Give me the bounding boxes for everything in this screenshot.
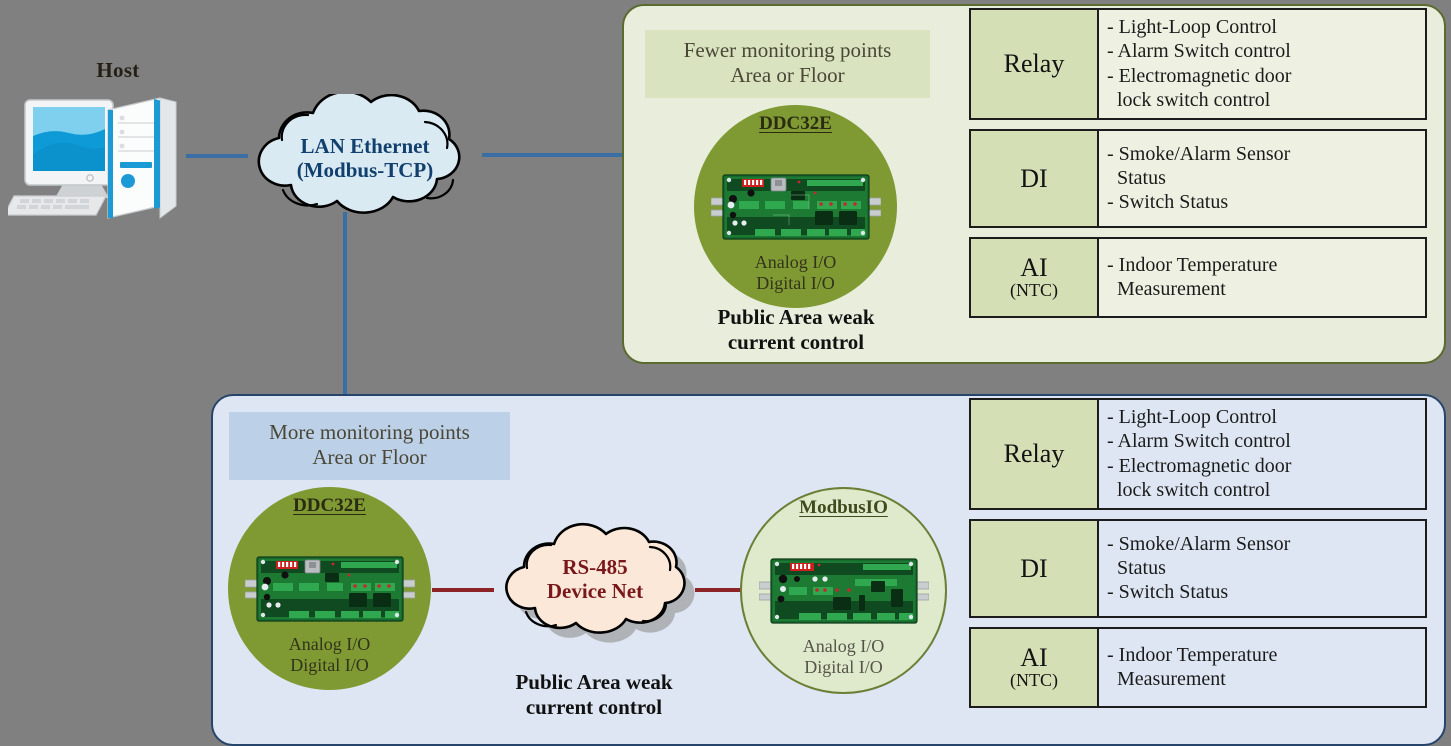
io-desc-line: Status	[1117, 556, 1166, 579]
io-label-relay: Relay	[971, 10, 1099, 118]
io-label-ai-sub: (NTC)	[1010, 280, 1058, 301]
io-label-di: DI	[971, 520, 1099, 616]
diagram-canvas: Host LAN Ethernet (Modbus-TCP) Fewer mon…	[0, 0, 1451, 746]
device-modbusio-io-line2: Digital I/O	[804, 656, 883, 677]
top-panel-header-line2: Area or Floor	[730, 63, 845, 88]
top-panel-caption-line2: current control	[727, 330, 865, 355]
table-row: Relay - Light-Loop Control - Alarm Switc…	[969, 398, 1427, 510]
io-desc-ai: - Indoor Temperature Measurement	[1099, 628, 1425, 706]
io-desc-line: - Light-Loop Control	[1107, 406, 1277, 428]
device-ddc32e-bottom-title: DDC32E	[293, 495, 366, 516]
io-desc-line: - Alarm Switch control	[1107, 40, 1291, 63]
device-ddc32e-top-io-line2: Digital I/O	[756, 272, 835, 293]
bottom-panel-caption-line1: Public Area weak	[515, 670, 673, 694]
host-label: Host	[96, 58, 140, 82]
io-label-relay-text: Relay	[1003, 49, 1065, 79]
io-desc-line: - Light-Loop Control	[1107, 16, 1277, 38]
device-modbusio[interactable]: ModbusIO Analog I/O Digital I/O	[740, 487, 947, 694]
device-ddc32e-top[interactable]: DDC32E Analog I/O Digital I/O	[694, 105, 897, 308]
bottom-panel-header-line1: More monitoring points	[269, 420, 470, 444]
table-row: DI - Smoke/Alarm Sensor Status - Switch …	[969, 128, 1427, 228]
table-row: DI - Smoke/Alarm Sensor Status - Switch …	[969, 518, 1427, 618]
io-label-di: DI	[971, 130, 1099, 226]
io-desc-ai: - Indoor Temperature Measurement	[1099, 238, 1425, 316]
io-desc-line: Measurement	[1117, 278, 1226, 301]
bottom-panel-header-line2: Area or Floor	[312, 445, 427, 470]
io-label-ai: AI (NTC)	[971, 628, 1099, 706]
device-ddc32e-top-io: Analog I/O Digital I/O	[694, 252, 897, 294]
io-desc-line: lock switch control	[1117, 479, 1271, 502]
io-label-ai-text: AI	[1020, 643, 1048, 673]
io-desc-line: - Smoke/Alarm Sensor	[1107, 532, 1291, 555]
pcb-board-icon	[244, 553, 415, 625]
rs485-device-net-cloud: RS-485 Device Net	[470, 515, 720, 643]
device-ddc32e-bottom-io: Analog I/O Digital I/O	[228, 634, 431, 676]
io-label-ai: AI (NTC)	[971, 238, 1099, 316]
device-ddc32e-top-title: DDC32E	[759, 113, 832, 134]
bottom-panel-caption: Public Area weak current control	[466, 670, 722, 720]
table-row: AI (NTC) - Indoor Temperature Measuremen…	[969, 236, 1427, 318]
io-label-di-text: DI	[1020, 553, 1048, 583]
io-desc-line: - Switch Status	[1107, 581, 1229, 604]
table-row: AI (NTC) - Indoor Temperature Measuremen…	[969, 626, 1427, 708]
desktop-computer-icon	[8, 97, 177, 219]
io-desc-line: - Switch Status	[1107, 191, 1229, 214]
bottom-panel-caption-line2: current control	[525, 695, 663, 720]
device-ddc32e-top-io-line1: Analog I/O	[754, 251, 837, 272]
io-desc-di: - Smoke/Alarm Sensor Status - Switch Sta…	[1099, 130, 1425, 226]
io-label-di-text: DI	[1020, 163, 1048, 193]
io-label-ai-sub: (NTC)	[1010, 670, 1058, 691]
top-panel-header-line1: Fewer monitoring points	[683, 38, 892, 62]
pcb-board-icon	[710, 171, 881, 243]
device-modbusio-io: Analog I/O Digital I/O	[742, 636, 945, 678]
device-ddc32e-bottom[interactable]: DDC32E Analog I/O Digital I/O	[228, 487, 431, 690]
device-ddc32e-bottom-io-line2: Digital I/O	[290, 654, 369, 675]
top-panel-caption-line1: Public Area weak	[717, 305, 875, 329]
table-row: Relay - Light-Loop Control - Alarm Switc…	[969, 8, 1427, 120]
device-modbusio-title: ModbusIO	[799, 497, 888, 518]
io-desc-line: - Electromagnetic door	[1107, 454, 1292, 477]
bottom-panel-header: More monitoring points Area or Floor	[229, 412, 510, 481]
io-desc-line: - Electromagnetic door	[1107, 64, 1292, 87]
bottom-io-capability-table: Relay - Light-Loop Control - Alarm Switc…	[969, 398, 1427, 717]
io-desc-di: - Smoke/Alarm Sensor Status - Switch Sta…	[1099, 520, 1425, 616]
lan-ethernet-cloud: LAN Ethernet (Modbus-TCP)	[225, 90, 505, 222]
io-label-ai-text: AI	[1020, 253, 1048, 283]
device-ddc32e-bottom-io-line1: Analog I/O	[288, 633, 371, 654]
io-desc-line: - Alarm Switch control	[1107, 430, 1291, 453]
io-desc-line: Measurement	[1117, 668, 1226, 691]
link-lan-to-bottom-panel	[343, 212, 347, 397]
top-io-capability-table: Relay - Light-Loop Control - Alarm Switc…	[969, 8, 1427, 327]
device-modbusio-io-line1: Analog I/O	[802, 635, 885, 656]
top-panel-header: Fewer monitoring points Area or Floor	[645, 30, 930, 99]
io-label-relay: Relay	[971, 400, 1099, 508]
io-desc-relay: - Light-Loop Control - Alarm Switch cont…	[1099, 10, 1425, 118]
pcb-board-icon	[758, 555, 929, 627]
io-desc-line: - Indoor Temperature	[1107, 253, 1278, 276]
io-desc-line: lock switch control	[1117, 89, 1271, 112]
io-label-relay-text: Relay	[1003, 439, 1065, 469]
io-desc-line: - Indoor Temperature	[1107, 643, 1278, 666]
io-desc-relay: - Light-Loop Control - Alarm Switch cont…	[1099, 400, 1425, 508]
io-desc-line: - Smoke/Alarm Sensor	[1107, 142, 1291, 165]
top-panel-caption: Public Area weak current control	[668, 305, 924, 355]
io-desc-line: Status	[1117, 166, 1166, 189]
